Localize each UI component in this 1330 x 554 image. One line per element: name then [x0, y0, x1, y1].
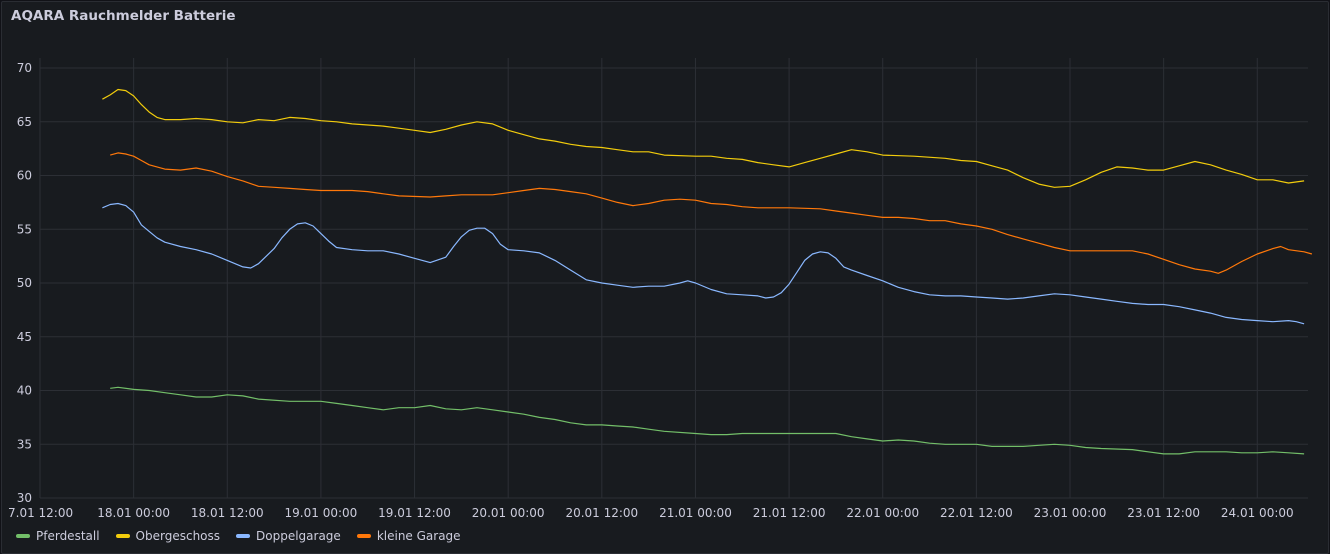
line-chart[interactable]: 30 35 40 45 50 55 60 65 70 7.01 12:00 18.01 00:00… — [0, 0, 1330, 554]
legend-item[interactable]: Obergeschoss — [115, 529, 221, 543]
series-line-kleine-garage[interactable] — [110, 152, 1313, 274]
x-tick-label: 20.01 00:00 — [472, 506, 545, 520]
y-tick-label: 65 — [17, 115, 32, 129]
x-tick-label: 21.01 12:00 — [753, 506, 826, 520]
y-tick-label: 30 — [17, 491, 32, 505]
legend-swatch — [16, 534, 30, 538]
y-tick-label: 40 — [17, 384, 32, 398]
x-tick-label: 22.01 00:00 — [846, 506, 919, 520]
legend-swatch — [356, 534, 371, 538]
legend-label: kleine Garage — [376, 529, 461, 543]
legend: Pferdestall Obergeschoss Doppelgarage klein… — [16, 529, 461, 543]
x-tick-label: 23.01 00:00 — [1034, 506, 1107, 520]
y-tick-label: 55 — [17, 222, 32, 236]
y-tick-label: 35 — [17, 437, 32, 451]
y-tick-label: 60 — [17, 169, 32, 183]
y-tick-label: 70 — [17, 61, 32, 75]
x-tick-label: 19.01 00:00 — [285, 506, 358, 520]
legend-label: Obergeschoss — [135, 529, 221, 543]
x-tick-label: 20.01 12:00 — [565, 506, 638, 520]
x-tick-label: 24.01 00:00 — [1221, 506, 1294, 520]
legend-swatch — [236, 534, 251, 538]
series-lines[interactable] — [102, 88, 1313, 455]
x-tick-label: 18.01 00:00 — [97, 506, 170, 520]
legend-label: Pferdestall — [36, 529, 100, 543]
x-tick-label: 7.01 12:00 — [8, 506, 73, 520]
x-tick-label: 23.01 12:00 — [1127, 506, 1200, 520]
y-tick-label: 45 — [17, 330, 32, 344]
legend-item[interactable]: Doppelgarage — [236, 529, 341, 543]
legend-item[interactable]: kleine Garage — [356, 529, 461, 543]
x-tick-label: 22.01 12:00 — [940, 506, 1013, 520]
x-tick-label: 18.01 12:00 — [191, 506, 264, 520]
series-line-doppelgarage[interactable] — [102, 202, 1305, 325]
legend-label: Doppelgarage — [256, 529, 341, 543]
y-axis: 30 35 40 45 50 55 60 65 70 — [17, 61, 32, 505]
x-tick-label: 19.01 12:00 — [378, 506, 451, 520]
series-line-obergeschoss[interactable] — [102, 88, 1305, 188]
x-tick-label: 21.01 00:00 — [659, 506, 732, 520]
x-axis: 7.01 12:00 18.01 00:00 18.01 12:00 19.01 00… — [8, 506, 1294, 520]
legend-item[interactable]: Pferdestall — [16, 529, 100, 543]
legend-swatch — [115, 534, 130, 538]
y-tick-label: 50 — [17, 276, 32, 290]
